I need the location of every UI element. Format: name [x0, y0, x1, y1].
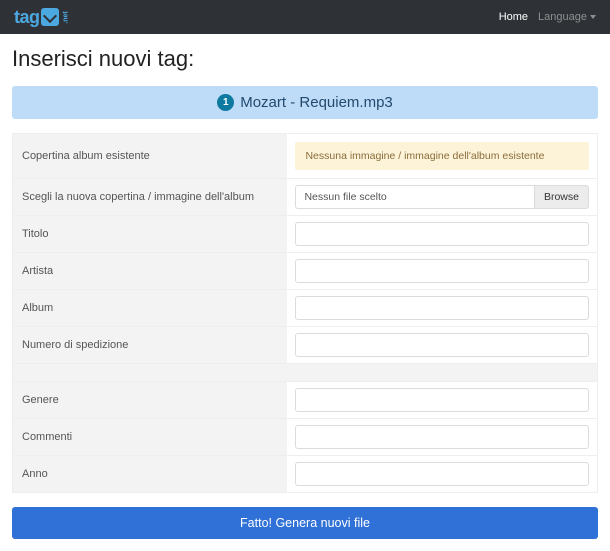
file-index-badge: 1 [217, 94, 234, 111]
ctrl-choose-cover: Nessun file scelto Browse [287, 179, 597, 215]
row-existing-cover: Copertina album esistente Nessuna immagi… [13, 134, 597, 179]
label-album: Album [13, 290, 287, 326]
label-title: Titolo [13, 216, 287, 252]
main-container: Inserisci nuovi tag: 1 Mozart - Requiem.… [0, 34, 610, 551]
nav-language-dropdown[interactable]: Language [538, 11, 596, 23]
artist-input[interactable] [295, 259, 589, 283]
year-input[interactable] [295, 462, 589, 486]
row-genre: Genere [13, 382, 597, 419]
file-input-text[interactable]: Nessun file scelto [295, 185, 534, 209]
label-year: Anno [13, 456, 287, 492]
comments-input[interactable] [295, 425, 589, 449]
label-artist: Artista [13, 253, 287, 289]
brand-suffix: .net [62, 11, 69, 23]
file-input-wrap: Nessun file scelto Browse [295, 185, 589, 209]
row-year: Anno [13, 456, 597, 492]
page-title: Inserisci nuovi tag: [12, 46, 598, 72]
row-comments: Commenti [13, 419, 597, 456]
track-input[interactable] [295, 333, 589, 357]
row-track: Numero di spedizione [13, 327, 597, 364]
existing-cover-warning: Nessuna immagine / immagine dell'album e… [295, 142, 589, 170]
genre-input[interactable] [295, 388, 589, 412]
file-name: Mozart - Requiem.mp3 [240, 94, 393, 111]
label-comments: Commenti [13, 419, 287, 455]
nav-links: Home Language [499, 11, 596, 23]
nav-home-link[interactable]: Home [499, 11, 528, 23]
label-genre: Genere [13, 382, 287, 418]
chevron-down-icon [590, 15, 596, 19]
label-choose-cover: Scegli la nuova copertina / immagine del… [13, 179, 287, 215]
browse-button[interactable]: Browse [534, 185, 589, 209]
generate-button[interactable]: Fatto! Genera nuovi file [12, 507, 598, 539]
brand-text: tag [14, 7, 40, 28]
album-input[interactable] [295, 296, 589, 320]
brand-logo[interactable]: tag .net [14, 7, 72, 28]
label-existing-cover: Copertina album esistente [13, 134, 287, 178]
row-album: Album [13, 290, 597, 327]
label-track: Numero di spedizione [13, 327, 287, 363]
row-title: Titolo [13, 216, 597, 253]
title-input[interactable] [295, 222, 589, 246]
form-spacer [13, 364, 597, 382]
navbar: tag .net Home Language [0, 0, 610, 34]
file-header: 1 Mozart - Requiem.mp3 [12, 86, 598, 119]
nav-language-label: Language [538, 11, 587, 23]
ctrl-existing-cover: Nessuna immagine / immagine dell'album e… [287, 134, 597, 178]
row-choose-cover: Scegli la nuova copertina / immagine del… [13, 179, 597, 216]
row-artist: Artista [13, 253, 597, 290]
tag-form: Copertina album esistente Nessuna immagi… [12, 133, 598, 493]
download-icon [41, 8, 59, 26]
